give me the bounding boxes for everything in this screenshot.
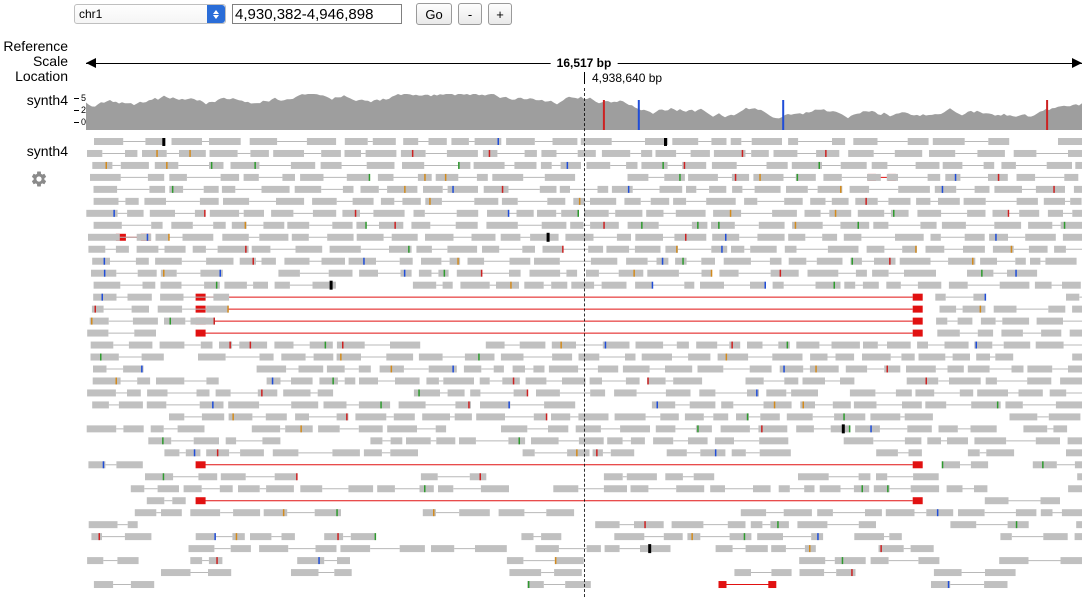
track-label-reads: synth4 <box>0 143 72 159</box>
zoom-in-button[interactable]: + <box>488 3 512 25</box>
chevron-updown-icon <box>207 5 225 23</box>
track-label-coverage: synth4 <box>0 92 72 108</box>
scale-bar: 16,517 bp <box>86 56 1082 70</box>
track-label-reference: Reference <box>0 38 72 54</box>
chromosome-select-value: chr1 <box>79 7 102 21</box>
location-center-label: 4,938,640 bp <box>592 71 662 85</box>
zoom-out-button[interactable]: - <box>458 3 482 25</box>
track-area[interactable]: 16,517 bp 4,938,640 bp <box>86 40 1082 597</box>
coordinates-input[interactable] <box>232 4 402 24</box>
center-position-marker <box>584 88 585 597</box>
track-label-location: Location <box>0 68 72 84</box>
scale-span-label: 16,517 bp <box>551 56 618 70</box>
gear-icon[interactable] <box>30 170 48 193</box>
go-button[interactable]: Go <box>416 3 452 25</box>
track-label-scale: Scale <box>0 53 72 69</box>
chromosome-select[interactable]: chr1 <box>74 4 226 24</box>
location-row: 4,938,640 bp <box>86 72 1082 88</box>
